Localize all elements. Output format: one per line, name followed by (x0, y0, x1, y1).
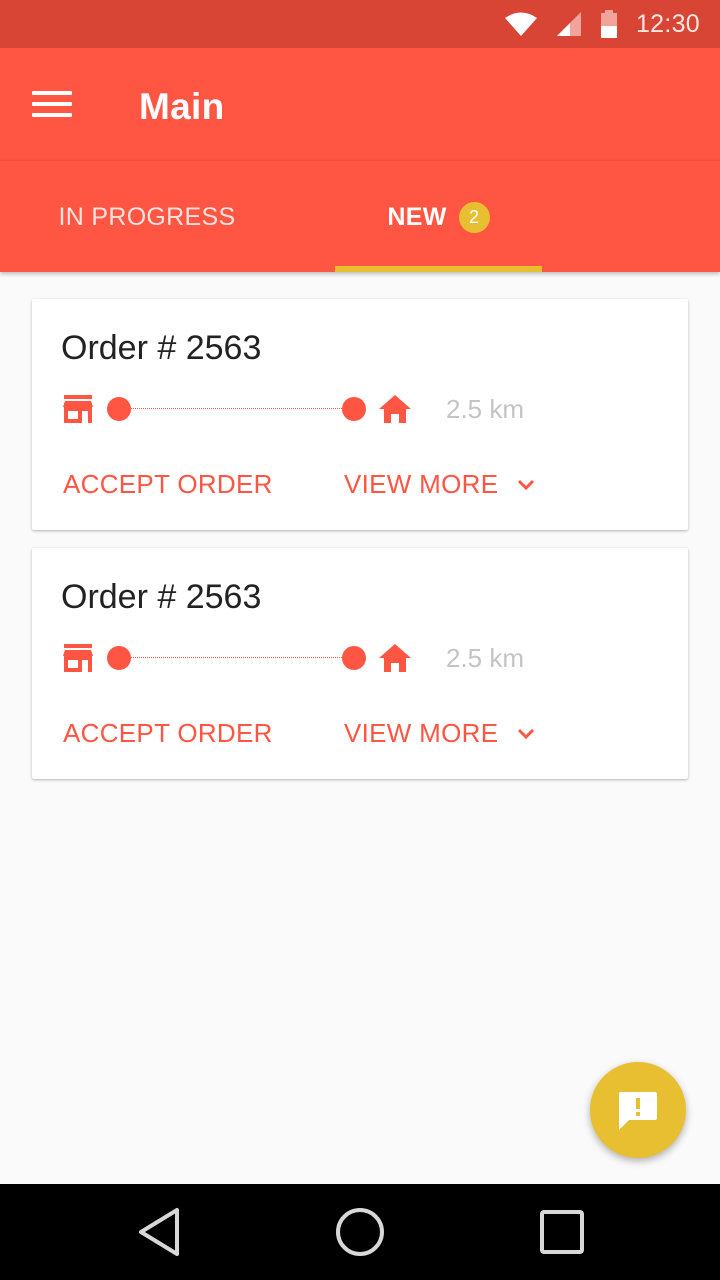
home-button[interactable] (330, 1202, 390, 1262)
system-nav-bar (0, 1184, 720, 1280)
wifi-icon (504, 12, 537, 36)
tab-in-progress[interactable]: IN PROGRESS (30, 161, 264, 273)
page-title: Main (139, 86, 225, 127)
accept-order-button[interactable]: ACCEPT ORDER (63, 469, 273, 500)
tab-label: NEW (387, 202, 447, 231)
tab-label: IN PROGRESS (58, 202, 236, 231)
view-more-label: VIEW MORE (344, 718, 499, 748)
signal-icon (556, 12, 581, 36)
view-more-button[interactable]: VIEW MORE (344, 718, 536, 749)
tab-bar: IN PROGRESS NEW 2 (0, 160, 720, 272)
battery-icon (600, 10, 617, 38)
home-icon (379, 395, 411, 423)
recents-button[interactable] (532, 1202, 592, 1262)
tab-new[interactable]: NEW 2 (335, 161, 542, 273)
app-bar: Main (0, 48, 720, 160)
route-indicator: 2.5 km (61, 640, 561, 676)
back-button[interactable] (130, 1202, 190, 1262)
route-indicator: 2.5 km (61, 391, 561, 427)
menu-icon[interactable] (26, 84, 78, 124)
accept-order-button[interactable]: ACCEPT ORDER (63, 718, 273, 749)
destination-dot (342, 397, 366, 421)
feedback-fab[interactable] (590, 1062, 686, 1158)
chevron-down-icon (518, 728, 535, 739)
destination-dot (342, 646, 366, 670)
origin-dot (107, 646, 131, 670)
home-icon (379, 644, 411, 672)
tab-indicator (335, 266, 542, 272)
store-icon (63, 644, 93, 672)
recents-square-icon (540, 1210, 584, 1254)
feedback-icon (619, 1092, 657, 1130)
chevron-down-icon (518, 479, 535, 490)
status-bar: 12:30 (0, 0, 720, 48)
route-line (131, 657, 342, 658)
distance-label: 2.5 km (446, 643, 525, 673)
distance-label: 2.5 km (446, 394, 525, 424)
status-time: 12:30 (635, 9, 700, 38)
order-card: Order # 2563 2.5 km ACCEPT ORDER VIEW MO… (32, 299, 688, 530)
order-title: Order # 2563 (61, 578, 262, 616)
status-icons: 12:30 (504, 0, 700, 48)
origin-dot (107, 397, 131, 421)
back-triangle-icon (139, 1208, 179, 1256)
route-line (131, 408, 342, 409)
home-circle-icon (336, 1208, 384, 1256)
order-card: Order # 2563 2.5 km ACCEPT ORDER VIEW MO… (32, 548, 688, 779)
view-more-label: VIEW MORE (344, 469, 499, 499)
count-badge: 2 (458, 201, 490, 233)
view-more-button[interactable]: VIEW MORE (344, 469, 536, 500)
order-title: Order # 2563 (61, 329, 262, 367)
store-icon (63, 395, 93, 423)
